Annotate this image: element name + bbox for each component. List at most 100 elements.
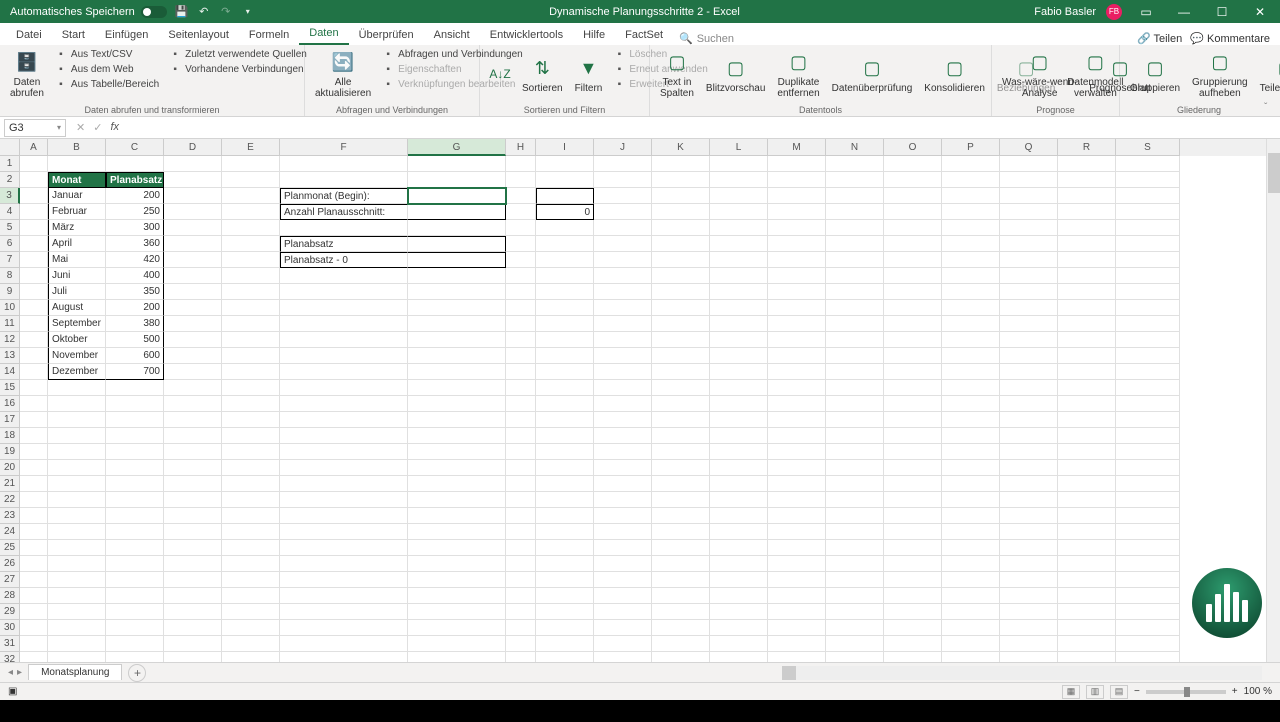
cell[interactable] (768, 156, 826, 172)
vertical-scrollbar[interactable] (1266, 139, 1280, 662)
cell[interactable] (506, 652, 536, 662)
cell[interactable] (222, 348, 280, 364)
cell[interactable] (1058, 252, 1116, 268)
cell[interactable] (826, 252, 884, 268)
cell[interactable] (594, 252, 652, 268)
cell[interactable] (280, 268, 408, 284)
cell[interactable] (942, 188, 1000, 204)
cell[interactable] (164, 172, 222, 188)
cell[interactable] (1000, 492, 1058, 508)
cell[interactable] (652, 252, 710, 268)
cell[interactable] (884, 412, 942, 428)
cell[interactable] (594, 412, 652, 428)
cell[interactable] (1116, 572, 1180, 588)
cell[interactable] (106, 412, 164, 428)
cell[interactable] (594, 508, 652, 524)
cell[interactable] (768, 396, 826, 412)
cell[interactable] (884, 508, 942, 524)
cell[interactable] (164, 348, 222, 364)
cell[interactable] (652, 284, 710, 300)
cell[interactable] (594, 460, 652, 476)
cell[interactable] (826, 220, 884, 236)
cell[interactable] (106, 604, 164, 620)
cell[interactable] (884, 460, 942, 476)
cell[interactable] (1000, 428, 1058, 444)
cell[interactable] (1116, 220, 1180, 236)
cell[interactable] (1000, 620, 1058, 636)
cell[interactable] (506, 428, 536, 444)
cell[interactable] (408, 316, 506, 332)
ribbon-button[interactable]: ▢Was-wäre-wenn- Analyse (998, 47, 1081, 103)
cell[interactable] (652, 556, 710, 572)
cell[interactable] (942, 380, 1000, 396)
cell[interactable] (768, 300, 826, 316)
cell[interactable] (710, 300, 768, 316)
cell[interactable] (942, 348, 1000, 364)
cell[interactable] (222, 604, 280, 620)
cell[interactable] (1116, 444, 1180, 460)
cell[interactable]: Januar (48, 188, 106, 204)
cell[interactable] (106, 540, 164, 556)
cell[interactable] (884, 444, 942, 460)
cell[interactable] (942, 204, 1000, 220)
cell[interactable] (652, 540, 710, 556)
cell[interactable] (768, 252, 826, 268)
cell[interactable] (826, 364, 884, 380)
cell[interactable] (826, 652, 884, 662)
ribbon-item[interactable]: ▪Vorhandene Verbindungen (166, 62, 310, 76)
cell[interactable] (48, 652, 106, 662)
cell[interactable] (1116, 348, 1180, 364)
cell[interactable] (536, 156, 594, 172)
cell[interactable] (768, 636, 826, 652)
cell[interactable]: Monat (48, 172, 106, 188)
qat-dropdown-icon[interactable]: ▾ (241, 5, 255, 19)
cell[interactable] (164, 540, 222, 556)
cell[interactable] (280, 412, 408, 428)
cell[interactable] (164, 572, 222, 588)
cell[interactable]: September (48, 316, 106, 332)
cell[interactable] (408, 300, 506, 316)
cell[interactable] (506, 620, 536, 636)
formula-input[interactable] (129, 119, 1280, 137)
cell[interactable] (1058, 476, 1116, 492)
cell[interactable] (408, 252, 506, 268)
cell[interactable] (1116, 588, 1180, 604)
cell[interactable] (652, 508, 710, 524)
cell[interactable] (1058, 380, 1116, 396)
row-header[interactable]: 10 (0, 300, 20, 316)
cell[interactable] (280, 604, 408, 620)
cell[interactable] (768, 172, 826, 188)
cell[interactable] (826, 476, 884, 492)
column-header[interactable]: K (652, 139, 710, 156)
cell[interactable] (826, 284, 884, 300)
cell[interactable] (652, 236, 710, 252)
column-header[interactable]: A (20, 139, 48, 156)
cell[interactable] (594, 300, 652, 316)
cell[interactable] (1116, 508, 1180, 524)
cell[interactable] (826, 396, 884, 412)
cell[interactable] (710, 508, 768, 524)
cell[interactable] (1000, 412, 1058, 428)
zoom-in-button[interactable]: + (1232, 686, 1238, 697)
cell[interactable] (20, 300, 48, 316)
cell[interactable] (1000, 508, 1058, 524)
cell[interactable] (164, 444, 222, 460)
cell[interactable] (408, 284, 506, 300)
cell[interactable] (652, 476, 710, 492)
cell[interactable] (884, 524, 942, 540)
column-header[interactable]: I (536, 139, 594, 156)
cell[interactable] (594, 380, 652, 396)
cell[interactable] (1058, 572, 1116, 588)
cell[interactable] (506, 236, 536, 252)
cell[interactable] (594, 444, 652, 460)
cell[interactable] (1116, 476, 1180, 492)
cell[interactable] (506, 300, 536, 316)
cell[interactable] (164, 412, 222, 428)
cell[interactable] (594, 220, 652, 236)
ribbon-item[interactable]: ▪Aus Tabelle/Bereich (52, 77, 162, 91)
cell[interactable] (1000, 300, 1058, 316)
column-header[interactable]: M (768, 139, 826, 156)
cell[interactable] (942, 620, 1000, 636)
cell[interactable] (506, 540, 536, 556)
column-header[interactable]: E (222, 139, 280, 156)
